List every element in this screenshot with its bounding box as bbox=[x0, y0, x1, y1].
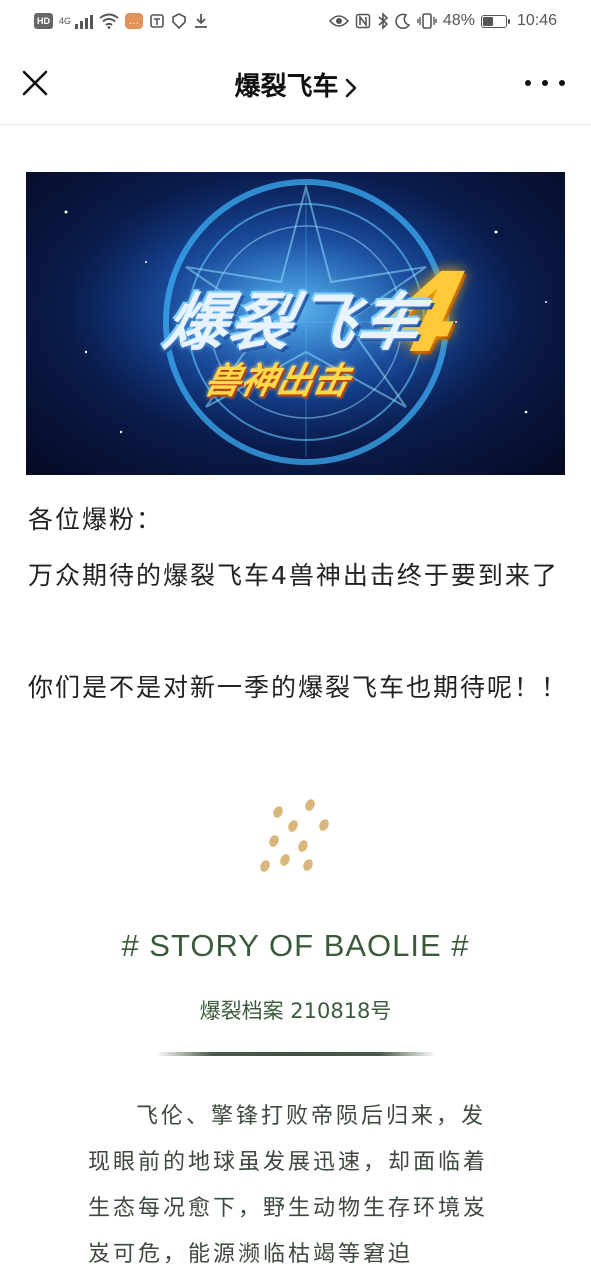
status-right: 48% 10:46 bbox=[328, 10, 557, 32]
article-greeting: 各位爆粉： bbox=[28, 505, 164, 534]
nfc-icon bbox=[355, 13, 371, 29]
banner-title: 爆裂飞车 bbox=[158, 286, 431, 359]
account-title[interactable]: 爆裂飞车 bbox=[0, 66, 591, 103]
banner-image: 4 爆裂飞车 兽神出击 bbox=[26, 172, 565, 475]
message-icon: … bbox=[125, 13, 144, 29]
status-left: HD 4G … bbox=[34, 10, 209, 32]
nav-bar: 爆裂飞车 bbox=[0, 42, 591, 125]
account-name: 爆裂飞车 bbox=[234, 72, 339, 102]
wifi-icon bbox=[99, 13, 119, 29]
app-icon bbox=[150, 14, 164, 28]
status-bar: HD 4G … 48% 10:46 bbox=[0, 0, 591, 42]
signal-icon bbox=[75, 14, 94, 29]
section-divider bbox=[156, 1052, 436, 1056]
story-body-text: 飞伦、擎锋打败帝陨后归来，发现眼前的地球虽发展迅速，却面临着生态每况愈下，野生动… bbox=[88, 1104, 489, 1267]
article-line-1: 万众期待的爆裂飞车4兽神出击终于要到来了 bbox=[28, 561, 559, 590]
clock: 10:46 bbox=[516, 12, 557, 29]
network-type: 4G bbox=[59, 16, 72, 26]
battery-percent: 48% bbox=[442, 12, 475, 29]
moon-icon bbox=[395, 13, 411, 29]
banner-subtitle: 兽神出击 bbox=[200, 361, 354, 402]
shield-icon bbox=[172, 13, 186, 29]
battery-icon bbox=[480, 14, 510, 28]
more-button[interactable] bbox=[525, 72, 565, 94]
article-line-2: 你们是不是对新一季的爆裂飞车也期待呢！！ bbox=[28, 673, 569, 702]
more-icon-dot bbox=[542, 80, 548, 86]
more-icon-dot bbox=[525, 80, 531, 86]
story-subtitle: 爆裂档案 210818号 bbox=[199, 999, 392, 1023]
eye-icon bbox=[328, 15, 349, 27]
story-heading: # STORY OF BAOLIE # bbox=[121, 928, 470, 963]
decorative-dots bbox=[260, 799, 329, 872]
download-icon bbox=[195, 14, 208, 28]
story-body: 飞伦、擎锋打败帝陨后归来，发现眼前的地球虽发展迅速，却面临着生态每况愈下，野生动… bbox=[88, 1094, 508, 1278]
more-icon-dot bbox=[559, 80, 565, 86]
chevron-right-icon bbox=[345, 78, 356, 97]
bluetooth-icon bbox=[378, 12, 389, 30]
vibrate-icon bbox=[417, 13, 437, 29]
hd-badge: HD bbox=[34, 13, 53, 29]
